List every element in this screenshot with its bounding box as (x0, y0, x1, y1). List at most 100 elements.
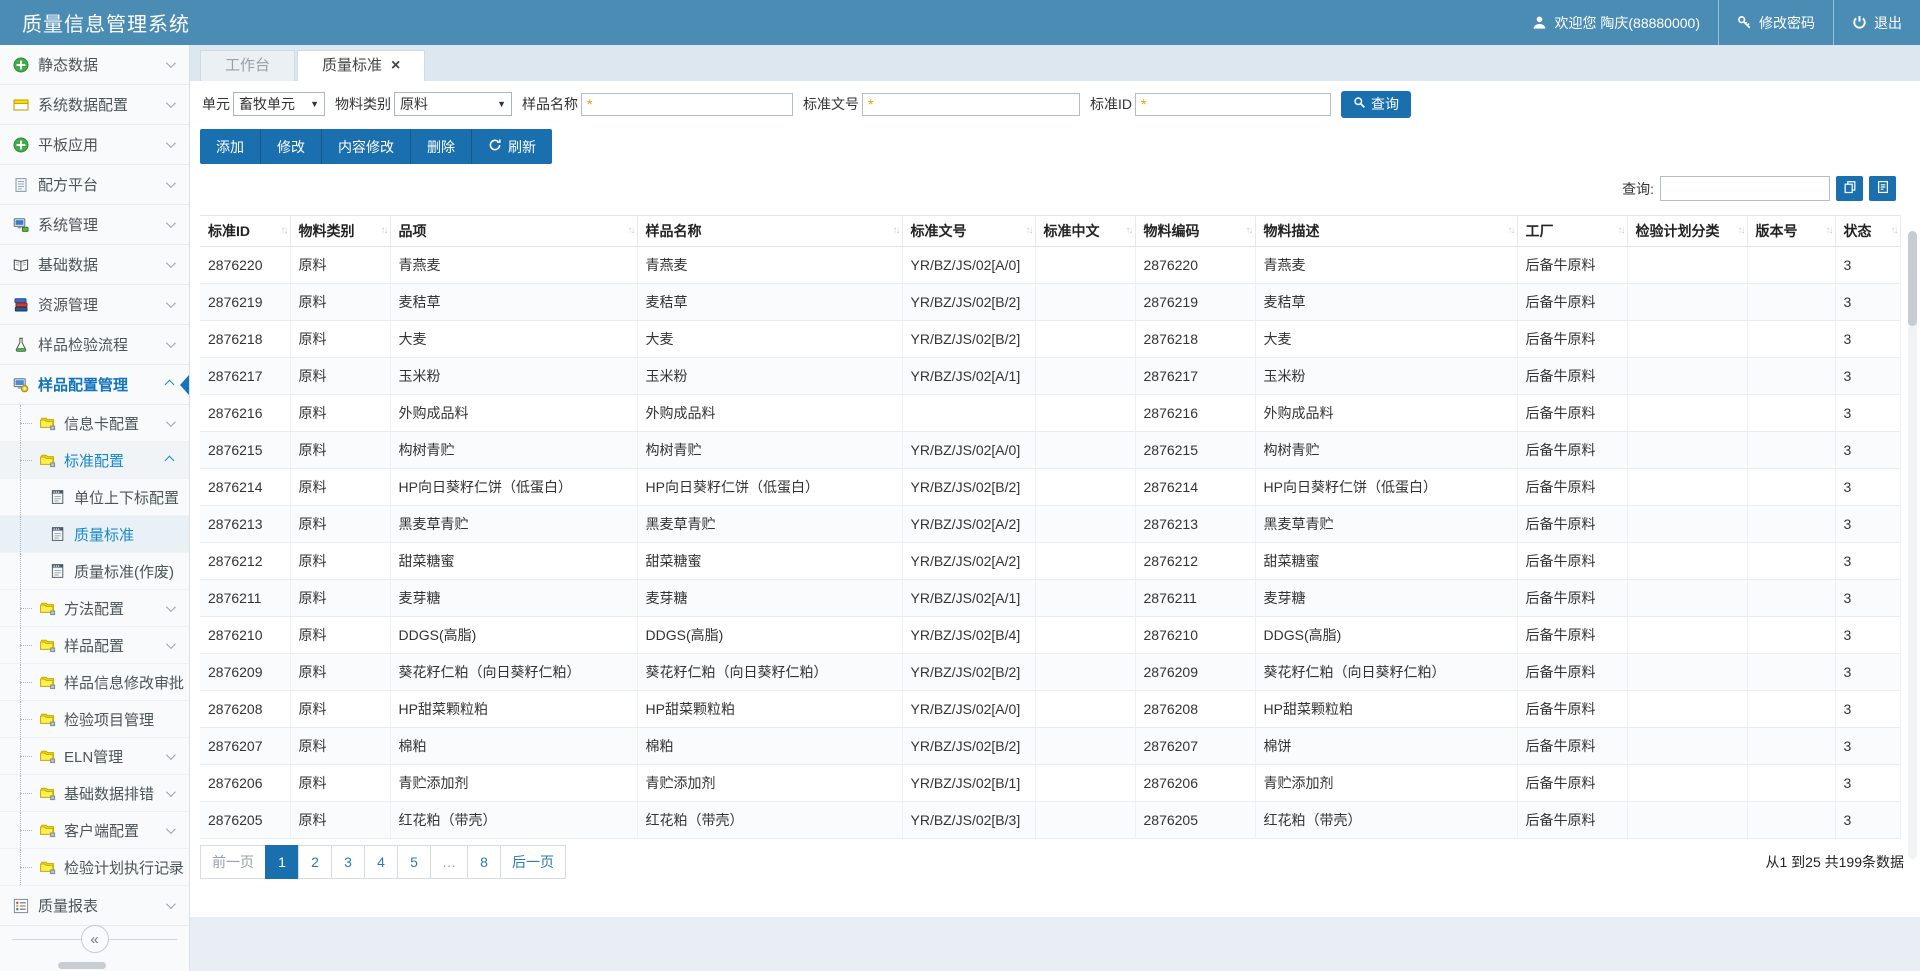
column-header[interactable]: 物料编码 ↑↓ (1135, 215, 1256, 247)
scrollbar-thumb[interactable] (1908, 231, 1917, 326)
sidebar-collapse-button[interactable]: « (80, 925, 109, 953)
sidebar-item-0-4[interactable]: 系统管理 (0, 205, 189, 245)
sidebar-item-1-4[interactable]: 样品信息修改审批 (0, 664, 189, 701)
table-cell: 后备牛原料 (1517, 468, 1628, 506)
sidebar-item-0-0[interactable]: 静态数据 (0, 45, 189, 85)
table-cell (1747, 653, 1836, 691)
chevron-down-icon (165, 98, 176, 109)
close-icon[interactable]: × (391, 58, 400, 74)
table-row[interactable]: 2876217 原料 玉米粉 玉米粉 YR/BZ/JS/02[A/1] 2876217 玉米… (200, 357, 1901, 395)
quick-search-input[interactable] (1660, 176, 1830, 201)
sidebar-hscrollbar-thumb[interactable] (58, 962, 106, 969)
pagination-next-button[interactable]: 后一页 (500, 845, 566, 879)
sidebar-item-1-1[interactable]: 标准配置 (0, 442, 189, 479)
sidebar-item-1-0[interactable]: 信息卡配置 (0, 405, 189, 442)
logout-label: 退出 (1874, 14, 1902, 31)
sidebar-item-1-2[interactable]: 方法配置 (0, 590, 189, 627)
column-header[interactable]: 品项 ↑↓ (390, 215, 638, 247)
magnifier-icon (1353, 96, 1366, 112)
table-cell: 2876205 (200, 801, 291, 839)
column-header[interactable]: 物料类别 ↑↓ (290, 215, 391, 247)
table-row[interactable]: 2876215 原料 构树青贮 构树青贮 YR/BZ/JS/02[A/0] 2876215… (200, 431, 1901, 469)
sidebar-item-2-1[interactable]: 质量标准 (0, 516, 189, 553)
table-cell: YR/BZ/JS/02[A/0] (902, 690, 1036, 728)
table-row[interactable]: 2876208 原料 HP甜菜颗粒粕 HP甜菜颗粒粕 YR/BZ/JS/02[A/0] 2… (200, 690, 1901, 728)
column-header[interactable]: 样品名称 ↑↓ (637, 215, 903, 247)
table-cell: 后备牛原料 (1517, 616, 1628, 654)
column-header[interactable]: 标准文号 ↑↓ (902, 215, 1036, 247)
table-cell: YR/BZ/JS/02[B/2] (902, 468, 1036, 506)
edit-button[interactable]: 修改 (261, 129, 322, 164)
table-row[interactable]: 2876211 原料 麦芽糖 麦芽糖 YR/BZ/JS/02[A/1] 2876211 麦芽… (200, 579, 1901, 617)
sort-icon: ↑↓ (280, 225, 289, 236)
standard-id-input[interactable] (1135, 92, 1331, 116)
standard-no-input[interactable] (862, 92, 1080, 116)
pagination-page-1[interactable]: 1 (265, 845, 299, 879)
pagination-page-3[interactable]: 3 (331, 845, 365, 879)
content-edit-button[interactable]: 内容修改 (322, 129, 411, 164)
pagination-prev-button[interactable]: 前一页 (200, 845, 266, 879)
pagination-page-8[interactable]: 8 (467, 845, 501, 879)
sidebar-item-0-3[interactable]: 配方平台 (0, 165, 189, 205)
sidebar-item-0-8[interactable]: 样品配置管理 (0, 365, 189, 405)
column-header[interactable]: 标准中文 ↑↓ (1035, 215, 1136, 247)
search-button[interactable]: 查询 (1341, 90, 1411, 118)
column-header[interactable]: 物料描述 ↑↓ (1255, 215, 1518, 247)
sidebar-item-1-8[interactable]: 客户端配置 (0, 812, 189, 849)
sidebar-item-0-5[interactable]: 基础数据 (0, 245, 189, 285)
table-row[interactable]: 2876207 原料 棉粕 棉粕 YR/BZ/JS/02[B/2] 2876207 棉饼 后备… (200, 727, 1901, 765)
table-row[interactable]: 2876216 原料 外购成品料 外购成品料 2876216 外购成品料 后备牛原料 3 (200, 394, 1901, 432)
table-cell: 青燕麦 (1255, 246, 1518, 284)
column-header[interactable]: 版本号 ↑↓ (1747, 215, 1836, 247)
config-icon (12, 377, 30, 393)
tab-workbench[interactable]: 工作台 (200, 50, 296, 81)
column-header[interactable]: 状态 ↑↓ (1835, 215, 1901, 247)
column-header[interactable]: 检验计划分类 ↑↓ (1627, 215, 1748, 247)
sidebar-item-0-1[interactable]: 系统数据配置 (0, 85, 189, 125)
sidebar-item-2-2[interactable]: 质量标准(作废) (0, 553, 189, 590)
table-row[interactable]: 2876209 原料 葵花籽仁粕（向日葵籽仁粕） 葵花籽仁粕（向日葵籽仁粕） YR/BZ… (200, 653, 1901, 691)
table-cell: 棉粕 (637, 727, 903, 765)
material-type-select[interactable]: 原料 ▼ (394, 92, 512, 116)
unit-select[interactable]: 畜牧单元 ▼ (233, 92, 325, 116)
export-file-button[interactable] (1869, 176, 1896, 201)
pagination-ellipsis[interactable]: … (430, 845, 468, 879)
chevron-down-icon (165, 749, 176, 760)
column-header[interactable]: 标准ID ↑↓ (200, 215, 291, 247)
pagination-page-5[interactable]: 5 (397, 845, 431, 879)
sidebar-item-1-7[interactable]: 基础数据排错 (0, 775, 189, 812)
table-cell (1747, 764, 1836, 802)
table-row[interactable]: 2876212 原料 甜菜糖蜜 甜菜糖蜜 YR/BZ/JS/02[A/2] 2876212… (200, 542, 1901, 580)
tab-quality-standard[interactable]: 质量标准 × (297, 50, 426, 81)
sidebar-item-0-7[interactable]: 样品检验流程 (0, 325, 189, 365)
sidebar-item-0-2[interactable]: 平板应用 (0, 125, 189, 165)
sidebar-item-2-0[interactable]: 单位上下标配置 (0, 479, 189, 516)
change-password-button[interactable]: 修改密码 (1718, 0, 1833, 45)
column-header[interactable]: 工厂 ↑↓ (1517, 215, 1628, 247)
sidebar-item-1-5[interactable]: 检验项目管理 (0, 701, 189, 738)
table-row[interactable]: 2876218 原料 大麦 大麦 YR/BZ/JS/02[B/2] 2876218 大麦 后备… (200, 320, 1901, 358)
sidebar-item-1-3[interactable]: 样品配置 (0, 627, 189, 664)
sidebar-item-1-6[interactable]: ELN管理 (0, 738, 189, 775)
table-row[interactable]: 2876214 原料 HP向日葵籽仁饼（低蛋白） HP向日葵籽仁饼（低蛋白） YR/BZ… (200, 468, 1901, 506)
table-row[interactable]: 2876220 原料 青燕麦 青燕麦 YR/BZ/JS/02[A/0] 2876220 青燕… (200, 246, 1901, 284)
logout-button[interactable]: 退出 (1833, 0, 1920, 45)
chevron-down-icon (165, 638, 176, 649)
sidebar-item-1-9[interactable]: 检验计划执行记录 (0, 849, 189, 886)
table-row[interactable]: 2876219 原料 麦秸草 麦秸草 YR/BZ/JS/02[B/2] 2876219 麦秸… (200, 283, 1901, 321)
refresh-button[interactable]: 刷新 (472, 129, 552, 164)
export-copy-button[interactable] (1836, 176, 1863, 201)
table-row[interactable]: 2876210 原料 DDGS(高脂) DDGS(高脂) YR/BZ/JS/02[B/4… (200, 616, 1901, 654)
add-button[interactable]: 添加 (200, 129, 261, 164)
table-row[interactable]: 2876205 原料 红花粕（带壳） 红花粕（带壳） YR/BZ/JS/02[B/3] 2… (200, 801, 1901, 839)
pagination-page-2[interactable]: 2 (298, 845, 332, 879)
sidebar-item-0-9[interactable]: 质量报表 (0, 886, 189, 926)
delete-button[interactable]: 删除 (411, 129, 472, 164)
table-row[interactable]: 2876213 原料 黑麦草青贮 黑麦草青贮 YR/BZ/JS/02[A/2] 28762… (200, 505, 1901, 543)
sidebar-item-0-6[interactable]: 资源管理 (0, 285, 189, 325)
table-cell (1627, 764, 1748, 802)
table-row[interactable]: 2876206 原料 青贮添加剂 青贮添加剂 YR/BZ/JS/02[B/1] 28762… (200, 764, 1901, 802)
table-cell (1627, 653, 1748, 691)
pagination-page-4[interactable]: 4 (364, 845, 398, 879)
sample-name-input[interactable] (581, 92, 793, 116)
